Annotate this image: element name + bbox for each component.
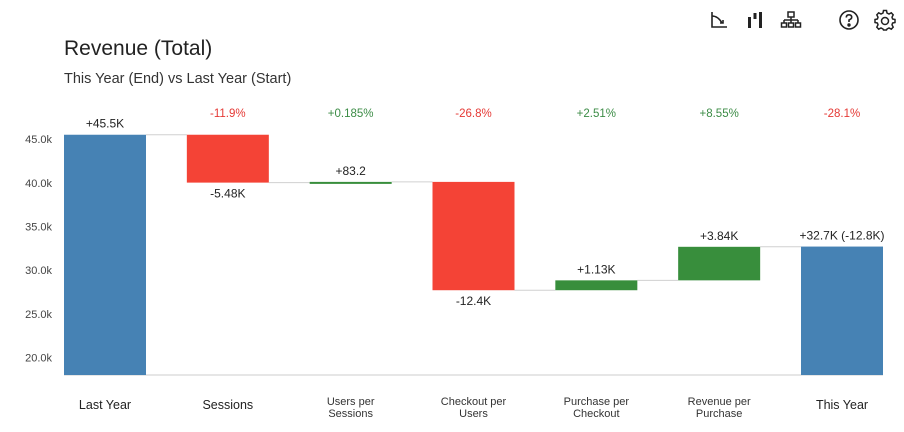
category-label: Revenue per — [688, 396, 751, 408]
bar-3 — [309, 181, 392, 184]
bar-4 — [432, 181, 515, 291]
value-label: +83.2 — [335, 164, 366, 178]
category-label: Sessions — [328, 408, 373, 420]
bar-7 — [801, 246, 883, 375]
y-tick-label: 45.0k — [25, 134, 52, 146]
percent-change-label: +8.55% — [700, 108, 739, 120]
category-label: Checkout — [573, 408, 619, 420]
bar-5 — [555, 280, 638, 291]
value-label: -5.48K — [210, 187, 245, 201]
category-label: Checkout per — [441, 396, 507, 408]
category-label: This Year — [816, 398, 868, 412]
bar-1 — [64, 134, 146, 375]
percent-change-label: +2.51% — [577, 108, 616, 120]
category-label: Last Year — [79, 398, 131, 412]
y-tick-label: 35.0k — [25, 221, 52, 233]
category-label: Users per — [327, 396, 375, 408]
value-label: +3.84K — [700, 229, 738, 243]
bar-6 — [678, 246, 761, 281]
category-label: Purchase per — [564, 396, 630, 408]
percent-change-label: +0.185% — [328, 108, 374, 120]
category-label: Purchase — [696, 408, 742, 420]
percent-change-label: -11.9% — [210, 108, 246, 120]
y-tick-label: 30.0k — [25, 265, 52, 277]
category-label: Users — [459, 408, 488, 420]
percent-change-label: -26.8% — [455, 108, 491, 120]
value-label: +1.13K — [577, 262, 615, 276]
value-label: -12.4K — [456, 294, 491, 308]
bar-2 — [186, 134, 269, 183]
y-tick-label: 20.0k — [25, 353, 52, 365]
value-label: +45.5K — [86, 117, 124, 131]
waterfall-chart: 20.0k 25.0k 30.0k 35.0k 40.0k 45.0k +45.5K Last… — [25, 108, 884, 420]
percent-change-label: -28.1% — [824, 108, 860, 120]
y-tick-label: 25.0k — [25, 309, 52, 321]
value-label: +32.7K (-12.8K) — [799, 229, 884, 243]
category-label: Sessions — [202, 398, 253, 412]
y-tick-label: 40.0k — [25, 178, 52, 190]
